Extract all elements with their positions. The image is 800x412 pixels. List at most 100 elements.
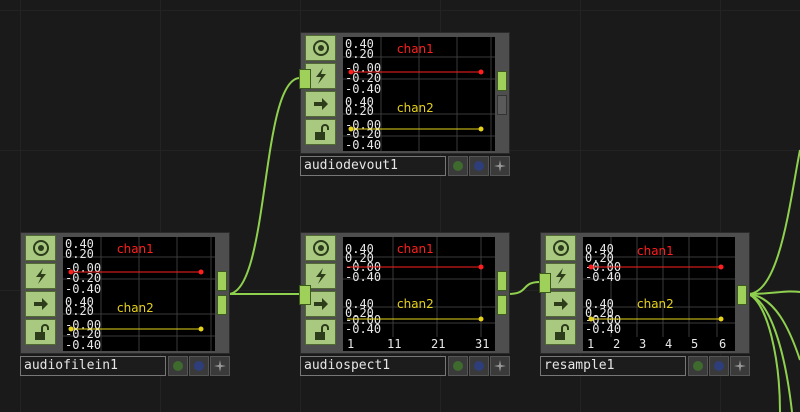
y-tick-label: 0.20 [345,47,374,61]
chan2-start-point [588,316,594,322]
display-flag-icon[interactable] [305,91,336,117]
node-audiodevout1[interactable]: 0.40 0.20 -0.00 -0.20 -0.40 0.40 0.20 -0… [299,32,510,177]
chan1-label: chan1 [397,242,434,256]
chan1-end-point [478,69,484,75]
node-body: 0.40 0.20 -0.00 -0.40 0.40 0.20 -0.00 -0… [539,232,750,355]
node-footer: audiodevout1 [300,156,510,176]
node-name[interactable]: audiofilein1 [20,356,166,376]
node-viewer: 0.40 0.20 -0.00 -0.40 0.40 0.20 -0.00 -0… [583,237,735,351]
output-connector[interactable] [217,295,227,315]
wire-resample-out-up[interactable] [747,149,800,295]
node-flags [541,233,581,355]
pin-icon[interactable] [210,356,230,376]
chan2-label: chan2 [397,297,434,311]
chan1-end-point [478,264,484,270]
wire-audiospect-to-resample[interactable] [507,281,541,295]
chan2-start-point [348,126,354,132]
node-flags [21,233,61,355]
chan2-end-point [478,316,484,322]
viewer-active-icon[interactable] [25,235,56,261]
x-tick-label: 1 [587,337,594,351]
node-resample1[interactable]: 0.40 0.20 -0.00 -0.40 0.40 0.20 -0.00 -0… [539,232,750,377]
node-body: 0.40 0.20 -0.00 -0.20 -0.40 0.40 0.20 -0… [299,32,510,154]
viewer-active-icon[interactable] [545,235,576,261]
output-connector[interactable] [737,285,747,305]
pin-icon[interactable] [730,356,750,376]
pin-icon[interactable] [490,356,510,376]
node-audiofilein1[interactable]: 0.40 0.20 -0.00 -0.20 -0.40 0.40 0.20 -0… [20,232,230,377]
chan1-label: chan1 [397,42,434,56]
node-footer: audiofilein1 [20,356,230,376]
wire-resample-out-down3[interactable] [747,293,781,412]
node-name[interactable]: audiodevout1 [300,156,446,176]
y-tick-label: -0.40 [585,322,621,336]
node-body: 0.40 0.20 -0.00 -0.40 0.40 0.20 -0.00 -0… [299,232,510,354]
lock-icon[interactable] [305,119,336,145]
chan2-end-point [718,316,724,322]
viewer-active-icon[interactable] [305,35,336,61]
output-connector-unused[interactable] [497,95,507,115]
y-tick-label: -0.40 [345,138,381,151]
cook-icon[interactable] [168,356,188,376]
cook-icon[interactable] [448,356,468,376]
y-tick-label: -0.40 [345,270,381,284]
x-tick-label: 2 [613,337,620,351]
y-tick-label: -0.40 [65,282,101,296]
wire-resample-out-down2[interactable] [747,293,793,412]
info-icon[interactable] [469,356,489,376]
chan1-start-point [68,269,74,275]
viewer-active-icon[interactable] [305,235,336,261]
chan2-label: chan2 [397,101,434,115]
output-connector[interactable] [497,295,507,315]
x-tick-label: 11 [387,337,401,351]
info-icon[interactable] [189,356,209,376]
output-connector[interactable] [497,271,507,291]
x-tick-label: 5 [691,337,698,351]
cook-icon[interactable] [688,356,708,376]
node-viewer: 0.40 0.20 -0.00 -0.40 0.40 0.20 -0.00 -0… [343,237,495,351]
y-tick-label: 0.20 [65,247,94,261]
input-connector[interactable] [299,285,311,305]
chan1-end-point [198,269,204,275]
input-connector[interactable] [539,273,551,293]
cook-icon[interactable] [448,156,468,176]
lock-icon[interactable] [545,319,576,345]
pin-icon[interactable] [490,156,510,176]
y-tick-label: -0.40 [345,322,381,336]
node-name[interactable]: resample1 [540,356,686,376]
node-footer: resample1 [540,356,750,376]
info-icon[interactable] [709,356,729,376]
info-icon[interactable] [469,156,489,176]
chan1-start-point [348,69,354,75]
x-tick-label: 21 [431,337,445,351]
node-body: 0.40 0.20 -0.00 -0.20 -0.40 0.40 0.20 -0… [20,232,230,354]
x-tick-label: 3 [639,337,646,351]
lock-icon[interactable] [305,319,336,345]
y-tick-label: -0.40 [345,82,381,96]
x-tick-label: 4 [665,337,672,351]
display-flag-icon[interactable] [545,291,576,317]
y-tick-label: 0.20 [65,304,94,318]
y-tick-label: -0.40 [585,270,621,284]
x-tick-label: 6 [719,337,726,351]
y-tick-label: -0.40 [65,338,101,351]
input-connector[interactable] [299,69,311,89]
display-flag-icon[interactable] [25,291,56,317]
chan1-label: chan1 [117,242,154,256]
wire-audiofilein-to-audiodevout[interactable] [227,77,301,295]
output-connector[interactable] [217,271,227,291]
bypass-icon[interactable] [25,263,56,289]
chan1-end-point [718,264,724,270]
output-connector[interactable] [497,71,507,91]
x-tick-label: 1 [347,337,354,351]
node-footer: audiospect1 [300,356,510,376]
node-audiospect1[interactable]: 0.40 0.20 -0.00 -0.40 0.40 0.20 -0.00 -0… [299,232,510,377]
lock-icon[interactable] [25,319,56,345]
chan1-label: chan1 [637,244,674,258]
chan2-label: chan2 [637,297,674,311]
chan2-label: chan2 [117,301,154,315]
node-viewer: 0.40 0.20 -0.00 -0.20 -0.40 0.40 0.20 -0… [343,37,495,151]
node-viewer: 0.40 0.20 -0.00 -0.20 -0.40 0.40 0.20 -0… [63,237,215,351]
node-name[interactable]: audiospect1 [300,356,446,376]
chan2-end-point [478,126,484,132]
